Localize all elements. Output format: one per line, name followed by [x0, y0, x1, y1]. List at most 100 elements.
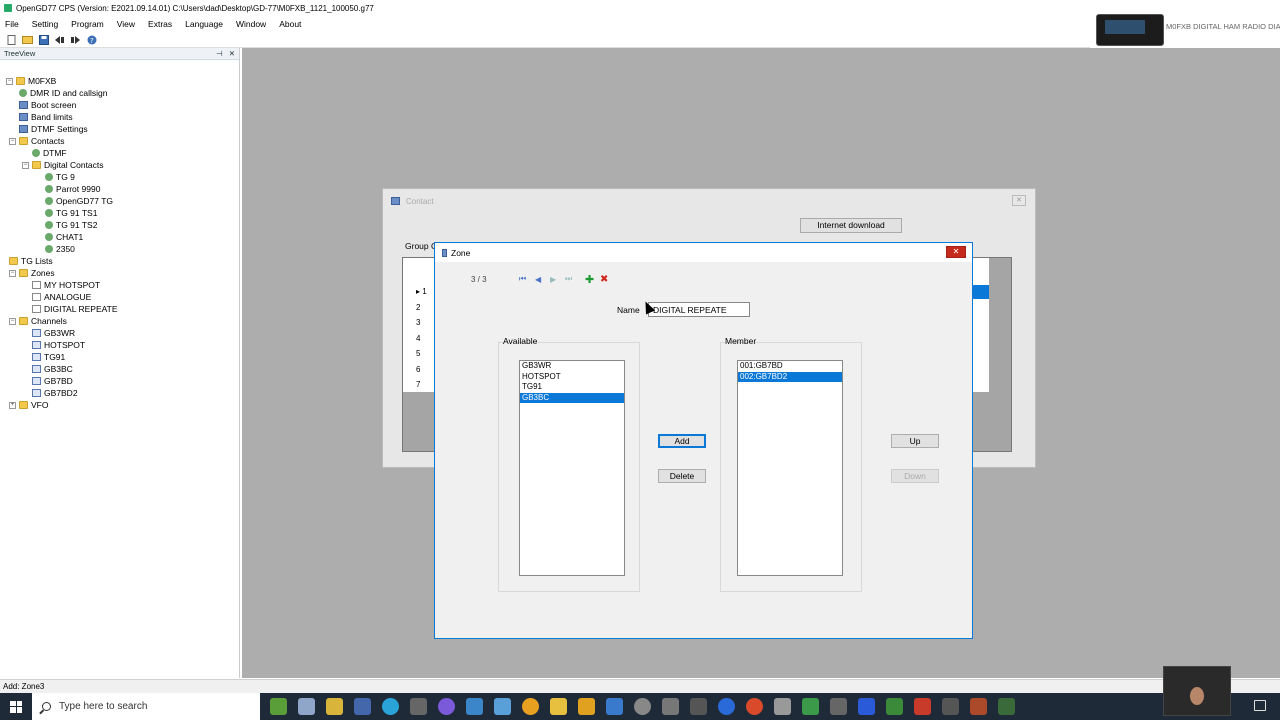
- row-number[interactable]: ▸ 1: [416, 287, 427, 296]
- zone-dialog[interactable]: Zone ✕ 3 / 3 ⏮ ◀ ▶ ⏭ ✚ ✖ Name Available …: [434, 242, 973, 639]
- menu-window[interactable]: Window: [236, 19, 266, 29]
- menu-setting[interactable]: Setting: [32, 19, 58, 29]
- taskbar-search[interactable]: Type here to search: [32, 693, 260, 720]
- minecraft-app-icon[interactable]: [270, 698, 287, 715]
- available-item[interactable]: GB3BC: [520, 392, 624, 403]
- tree-item[interactable]: − Digital Contacts: [22, 159, 104, 171]
- menu-program[interactable]: Program: [71, 19, 104, 29]
- new-file-icon[interactable]: [6, 34, 17, 45]
- tree-item[interactable]: − Zones: [9, 267, 55, 279]
- expander-icon[interactable]: −: [9, 269, 16, 277]
- app-icon-20[interactable]: [802, 698, 819, 715]
- app-icon-6[interactable]: [410, 698, 427, 715]
- expander-icon[interactable]: −: [22, 161, 29, 169]
- row-number[interactable]: 3: [416, 318, 420, 327]
- open-folder-icon[interactable]: [22, 34, 33, 45]
- expander-icon[interactable]: −: [9, 137, 16, 145]
- menu-language[interactable]: Language: [185, 19, 223, 29]
- tree-item[interactable]: 2350: [45, 243, 75, 255]
- chrome-app-icon[interactable]: [522, 698, 539, 715]
- app-icon-14[interactable]: [634, 698, 651, 715]
- expander-icon[interactable]: −: [6, 77, 13, 85]
- tree-item[interactable]: Boot screen: [19, 99, 76, 111]
- tree-item[interactable]: TG91: [32, 351, 65, 363]
- up-button[interactable]: Up: [891, 434, 939, 448]
- app-icon-13[interactable]: [606, 698, 623, 715]
- save-icon[interactable]: [38, 34, 49, 45]
- start-button[interactable]: [0, 693, 32, 720]
- tree-item[interactable]: GB3BC: [32, 363, 73, 375]
- contact-close-button[interactable]: ✕: [1012, 195, 1026, 206]
- menu-file[interactable]: File: [5, 19, 19, 29]
- tree-item[interactable]: DTMF: [32, 147, 67, 159]
- menu-view[interactable]: View: [117, 19, 135, 29]
- add-record-icon[interactable]: ✚: [585, 273, 594, 286]
- read-radio-icon[interactable]: [54, 34, 65, 45]
- available-listbox[interactable]: GB3WR HOTSPOT TG91 GB3BC: [519, 360, 625, 576]
- tree-item[interactable]: DTMF Settings: [19, 123, 88, 135]
- app-icon-2[interactable]: [298, 698, 315, 715]
- app-icon-16[interactable]: [690, 698, 707, 715]
- app-icon-17[interactable]: [718, 698, 735, 715]
- tree-item[interactable]: MY HOTSPOT: [32, 279, 100, 291]
- member-item[interactable]: 002:GB7BD2: [738, 371, 842, 382]
- app-icon-15[interactable]: [662, 698, 679, 715]
- tree-item[interactable]: DIGITAL REPEATE: [32, 303, 118, 315]
- app-icon-27[interactable]: [998, 698, 1015, 715]
- delete-record-icon[interactable]: ✖: [600, 274, 608, 285]
- app-icon-19[interactable]: [774, 698, 791, 715]
- tree-item[interactable]: TG 91 TS2: [45, 219, 97, 231]
- help-icon[interactable]: ?: [86, 34, 97, 45]
- app-icon-7[interactable]: [438, 698, 455, 715]
- next-record-icon[interactable]: ▶: [550, 275, 556, 284]
- contact-grid-cells[interactable]: [973, 258, 989, 392]
- available-item[interactable]: GB3WR: [520, 361, 624, 372]
- pin-icon[interactable]: ⊣: [216, 49, 223, 58]
- tree-item[interactable]: CHAT1: [45, 231, 83, 243]
- row-number[interactable]: 7: [416, 380, 420, 389]
- tree-root[interactable]: − M0FXB: [6, 75, 56, 87]
- app-icon-3[interactable]: [326, 698, 343, 715]
- close-icon[interactable]: ✕: [229, 49, 235, 58]
- menu-extras[interactable]: Extras: [148, 19, 172, 29]
- app-icon-9[interactable]: [494, 698, 511, 715]
- tree-item[interactable]: GB7BD: [32, 375, 73, 387]
- last-record-icon[interactable]: ⏭: [565, 274, 572, 284]
- first-record-icon[interactable]: ⏮: [519, 274, 526, 284]
- app-icon-25[interactable]: [942, 698, 959, 715]
- available-item[interactable]: TG91: [520, 382, 624, 393]
- tree-item[interactable]: − Contacts: [9, 135, 65, 147]
- expander-icon[interactable]: −: [9, 317, 16, 325]
- app-icon-23[interactable]: [886, 698, 903, 715]
- app-icon-4[interactable]: [354, 698, 371, 715]
- tree-item[interactable]: HOTSPOT: [32, 339, 85, 351]
- row-number[interactable]: 2: [416, 303, 420, 312]
- previous-record-icon[interactable]: ◀: [535, 275, 541, 284]
- tree-item[interactable]: TG 91 TS1: [45, 207, 97, 219]
- app-icon-26[interactable]: [970, 698, 987, 715]
- tree-item[interactable]: TG 9: [45, 171, 75, 183]
- notifications-icon[interactable]: [1254, 700, 1266, 711]
- app-icon-18[interactable]: [746, 698, 763, 715]
- tree-item[interactable]: OpenGD77 TG: [45, 195, 113, 207]
- tree-item[interactable]: ANALOGUE: [32, 291, 91, 303]
- app-icon-24[interactable]: [914, 698, 931, 715]
- tree-item[interactable]: DMR ID and callsign: [19, 87, 107, 99]
- down-button[interactable]: Down: [891, 469, 939, 483]
- tree-item[interactable]: TG Lists: [9, 255, 53, 267]
- row-number[interactable]: 6: [416, 365, 420, 374]
- member-item[interactable]: 001:GB7BD: [738, 361, 842, 372]
- zone-close-button[interactable]: ✕: [946, 246, 966, 258]
- tree-item[interactable]: GB7BD2: [32, 387, 78, 399]
- app-icon-12[interactable]: [578, 698, 595, 715]
- add-button[interactable]: Add: [658, 434, 706, 448]
- tree-item[interactable]: Parrot 9990: [45, 183, 100, 195]
- app-icon-21[interactable]: [830, 698, 847, 715]
- available-item[interactable]: HOTSPOT: [520, 372, 624, 383]
- expander-icon[interactable]: +: [9, 401, 16, 409]
- app-icon-8[interactable]: [466, 698, 483, 715]
- row-number[interactable]: 4: [416, 334, 420, 343]
- tree-item[interactable]: GB3WR: [32, 327, 75, 339]
- member-listbox[interactable]: 001:GB7BD 002:GB7BD2: [737, 360, 843, 576]
- file-explorer-icon[interactable]: [550, 698, 567, 715]
